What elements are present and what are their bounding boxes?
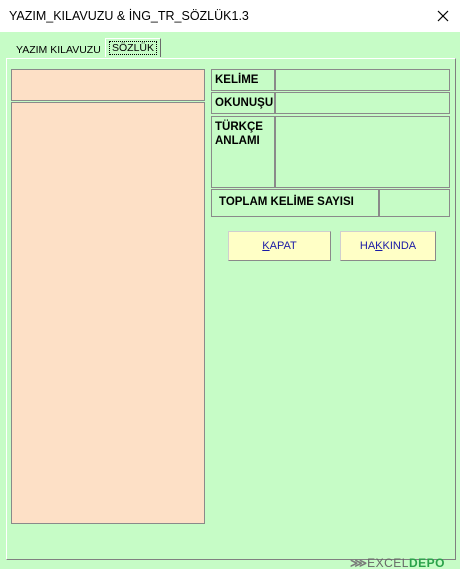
logo-mark-icon: ⋙ bbox=[350, 556, 368, 570]
toplam-kelime-sayisi-label: TOPLAM KELİME SAYISI bbox=[211, 189, 379, 217]
hakkinda-label-pre: HA bbox=[359, 240, 376, 252]
turkce-anlami-field[interactable] bbox=[275, 116, 450, 188]
kapat-label-rest: APAT bbox=[269, 240, 297, 252]
toplam-kelime-sayisi-field bbox=[379, 189, 450, 217]
kapat-accel: K bbox=[262, 240, 270, 252]
search-input[interactable] bbox=[11, 69, 205, 101]
logo-text-excel: EXCEL bbox=[367, 556, 409, 570]
logo-text-depo: DEPO bbox=[408, 556, 445, 570]
hakkinda-label-rest: KINDA bbox=[382, 240, 417, 252]
close-icon[interactable] bbox=[433, 6, 453, 26]
tab-yazim-kilavuzu[interactable]: YAZIM KILAVUZU bbox=[12, 42, 105, 58]
tab-sozluk[interactable]: SÖZLÜK bbox=[105, 38, 162, 57]
hakkinda-button[interactable]: HAKKINDA bbox=[340, 231, 436, 261]
kelime-label: KELİME bbox=[211, 69, 275, 91]
okunusu-label: OKUNUŞU bbox=[211, 92, 275, 114]
window-title: YAZIM_KILAVUZU & İNG_TR_SÖZLÜK1.3 bbox=[9, 9, 249, 23]
turkce-label-line1: TÜRKÇE bbox=[215, 121, 263, 133]
excel-depo-logo: ⋙EXCELDEPO bbox=[350, 554, 445, 570]
kelime-field[interactable] bbox=[275, 69, 450, 91]
word-list[interactable] bbox=[11, 102, 205, 524]
hakkinda-accel: K bbox=[375, 240, 383, 252]
turkce-label-line2: ANLAMI bbox=[215, 135, 260, 147]
form-client-area: YAZIM KILAVUZU SÖZLÜK KELİME OKUNUŞU TÜR… bbox=[0, 32, 460, 569]
kapat-button[interactable]: KAPAT bbox=[228, 231, 331, 261]
okunusu-field[interactable] bbox=[275, 92, 450, 114]
turkce-anlami-label: TÜRKÇE ANLAMI bbox=[211, 116, 275, 188]
title-bar: YAZIM_KILAVUZU & İNG_TR_SÖZLÜK1.3 bbox=[0, 0, 460, 32]
tab-sozluk-label: SÖZLÜK bbox=[109, 41, 158, 55]
tab-page: KELİME OKUNUŞU TÜRKÇE ANLAMI TOPLAM KELİ… bbox=[6, 58, 456, 560]
